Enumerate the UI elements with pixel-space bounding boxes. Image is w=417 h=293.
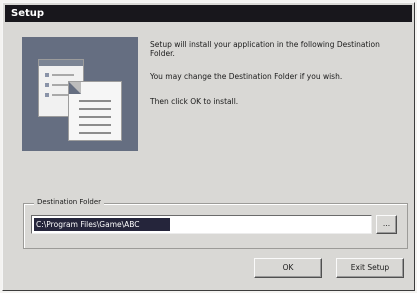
message-install-location: Setup will install your application in t… [150,40,380,58]
window-title: Setup [11,8,45,19]
message-click-ok: Then click OK to install. [150,97,239,106]
installer-graphic-icon [22,37,138,151]
document-graphic [68,81,122,141]
message-change-folder: You may change the Destination Folder if… [150,72,343,81]
exit-setup-button[interactable]: Exit Setup [336,258,404,278]
destination-path-text: C:\Program Files\Game\ABC [34,218,170,231]
destination-path-field[interactable]: C:\Program Files\Game\ABC [31,215,372,234]
title-bar[interactable]: Setup [5,5,412,22]
browse-button[interactable]: ... [376,215,397,234]
destination-folder-label: Destination Folder [34,197,105,207]
ok-button[interactable]: OK [254,258,322,278]
